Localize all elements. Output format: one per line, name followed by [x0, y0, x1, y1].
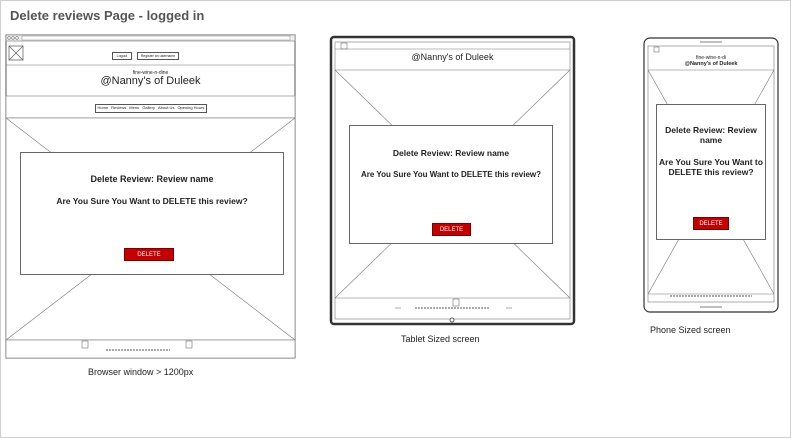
phone-caption: Phone Sized screen	[650, 325, 731, 335]
dialog-question: Are You Sure You Want to DELETE this rev…	[659, 157, 763, 177]
tablet-delete-dialog: Delete Review: Review name Are You Sure …	[349, 125, 553, 244]
delete-button[interactable]: DELETE	[693, 217, 729, 230]
nav-opening-hours[interactable]: Opening Hours	[176, 105, 206, 112]
site-name: @Nanny's of Duleek	[100, 75, 201, 87]
dialog-heading: Delete Review: Review name	[392, 148, 510, 158]
dialog-heading: Delete Review: Review name	[665, 125, 757, 145]
desktop-caption: Browser window > 1200px	[88, 367, 194, 377]
nav-reviews[interactable]: Reviews	[110, 105, 128, 112]
nav-home[interactable]: Home	[96, 105, 110, 112]
delete-button[interactable]: DELETE	[432, 223, 471, 236]
dialog-question: Are You Sure You Want to DELETE this rev…	[360, 170, 542, 179]
logout-button[interactable]: Logout	[112, 52, 132, 60]
nav-menu[interactable]: Menu	[128, 105, 141, 112]
phone-site-name: @Nanny's of Duleek	[684, 61, 738, 67]
dialog-question: Are You Sure You Want to DELETE this rev…	[56, 196, 248, 206]
register-button[interactable]: Register an username	[137, 52, 179, 60]
nav-gallery[interactable]: Gallery	[141, 105, 157, 112]
tablet-caption: Tablet Sized screen	[401, 334, 480, 344]
delete-button[interactable]: DELETE	[124, 248, 174, 261]
nav-about[interactable]: About Us	[156, 105, 175, 112]
main-nav: Home Reviews Menu Gallery About Us Openi…	[95, 104, 207, 113]
tablet-site-name: @Nanny's of Duleek	[411, 52, 494, 62]
desktop-delete-dialog: Delete Review: Review name Are You Sure …	[20, 152, 284, 275]
phone-delete-dialog: Delete Review: Review name Are You Sure …	[656, 104, 766, 240]
dialog-heading: Delete Review: Review name	[90, 174, 214, 184]
